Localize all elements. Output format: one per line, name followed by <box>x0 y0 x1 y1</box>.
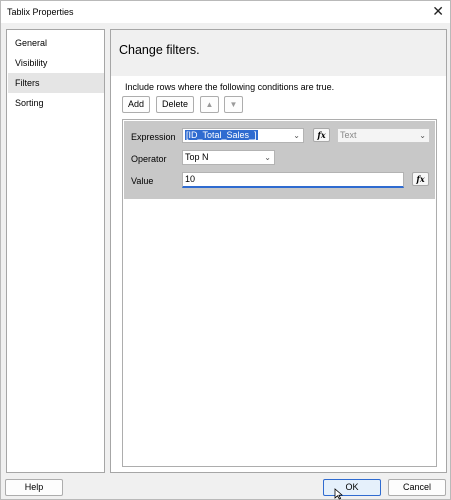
mouse-pointer-icon <box>334 488 344 500</box>
filter-grid: Expression [ID_Total_Sales_] ⌄ fx Text ⌄… <box>122 119 437 467</box>
page-title: Change filters. <box>119 43 200 57</box>
expression-fx-button[interactable]: fx <box>313 128 330 142</box>
operator-value: Top N <box>185 152 209 162</box>
sidebar-item-label: Visibility <box>15 58 48 68</box>
sidebar-item-label: General <box>15 38 48 48</box>
value-label: Value <box>131 176 154 186</box>
filters-panel: Change filters. Include rows where the f… <box>110 29 447 473</box>
sidebar-item-visibility[interactable]: Visibility <box>8 53 104 73</box>
sidebar-nav: General Visibility Filters Sorting <box>6 29 105 473</box>
operator-combo[interactable]: Top N ⌄ <box>182 150 275 165</box>
chevron-down-icon: ⌄ <box>293 131 300 140</box>
expression-value: [ID_Total_Sales_] <box>185 130 258 140</box>
instructions-text: Include rows where the following conditi… <box>125 82 335 92</box>
arrow-down-icon: ▼ <box>229 100 238 109</box>
add-button[interactable]: Add <box>122 96 150 113</box>
sidebar-item-filters[interactable]: Filters <box>8 73 104 93</box>
help-button[interactable]: Help <box>5 479 63 496</box>
type-combo: Text ⌄ <box>337 128 430 143</box>
sidebar-item-label: Filters <box>15 78 40 88</box>
cancel-button[interactable]: Cancel <box>388 479 446 496</box>
chevron-down-icon: ⌄ <box>264 153 271 162</box>
expression-combo[interactable]: [ID_Total_Sales_] ⌄ <box>182 128 304 143</box>
sidebar-item-sorting[interactable]: Sorting <box>8 93 104 113</box>
expression-label: Expression <box>131 132 176 142</box>
filter-row[interactable]: Expression [ID_Total_Sales_] ⌄ fx Text ⌄… <box>124 121 435 199</box>
title-bar: Tablix Properties ✕ <box>1 1 450 23</box>
tablix-properties-dialog: Tablix Properties ✕ General Visibility F… <box>0 0 451 500</box>
delete-button[interactable]: Delete <box>156 96 194 113</box>
type-value: Text <box>340 130 357 140</box>
value-input[interactable]: 10 <box>182 172 404 188</box>
panel-header: Change filters. <box>111 30 446 76</box>
move-down-button[interactable]: ▼ <box>224 96 243 113</box>
chevron-down-icon: ⌄ <box>419 131 426 140</box>
close-icon[interactable]: ✕ <box>432 3 444 20</box>
window-title: Tablix Properties <box>7 7 74 17</box>
arrow-up-icon: ▲ <box>205 100 214 109</box>
sidebar-item-label: Sorting <box>15 98 44 108</box>
value-text: 10 <box>185 174 196 184</box>
value-fx-button[interactable]: fx <box>412 172 429 186</box>
move-up-button[interactable]: ▲ <box>200 96 219 113</box>
function-icon: fx <box>416 174 425 184</box>
operator-label: Operator <box>131 154 167 164</box>
sidebar-item-general[interactable]: General <box>8 33 104 53</box>
ok-button[interactable]: OK <box>323 479 381 496</box>
function-icon: fx <box>317 130 326 140</box>
